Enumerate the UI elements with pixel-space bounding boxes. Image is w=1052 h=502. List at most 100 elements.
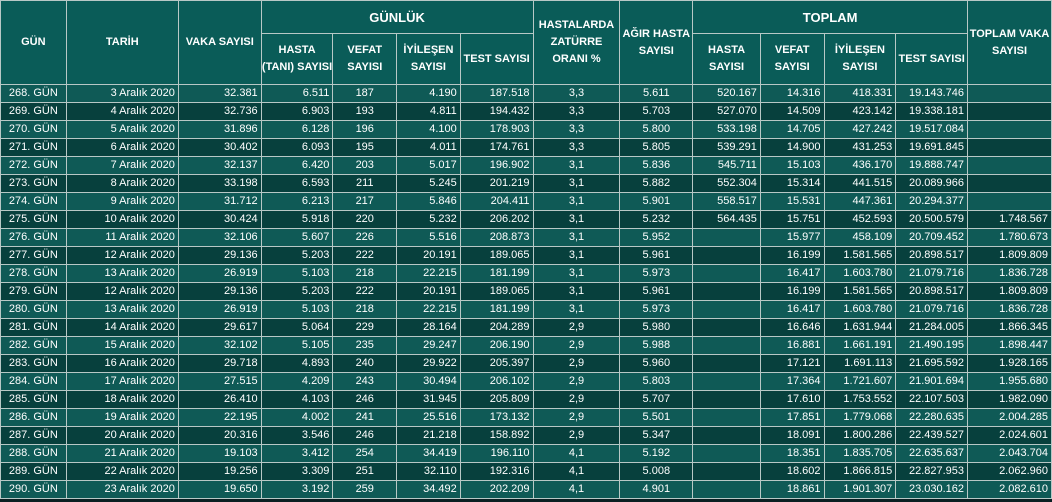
cell-zaturre: 2,9 [532, 426, 621, 445]
cell-hasta: 5.103 [260, 300, 334, 319]
cell-tarih: 23 Aralık 2020 [65, 480, 179, 499]
cell-tarih: 22 Aralık 2020 [65, 462, 179, 481]
cell-toplam-vaka: 1.748.567 [967, 210, 1052, 229]
cell-toplam-iyilesen: 418.331 [823, 84, 897, 103]
cell-iyilesen: 5.232 [396, 210, 461, 229]
cell-toplam-iyilesen: 423.142 [823, 102, 897, 121]
cell-toplam-hasta [692, 408, 761, 427]
cell-vaka: 26.919 [177, 300, 262, 319]
cell-toplam-test: 22.827.953 [895, 462, 969, 481]
cell-gun: 269. GÜN [0, 102, 67, 121]
cell-toplam-hasta [692, 390, 761, 409]
table-row: 284. GÜN 17 Aralık 2020 27.515 4.209 243 30.4… [0, 372, 1052, 391]
cell-test: 201.219 [459, 174, 534, 193]
cell-iyilesen: 32.110 [396, 462, 461, 481]
cell-gun: 271. GÜN [0, 138, 67, 157]
cell-toplam-iyilesen: 1.603.780 [823, 264, 897, 283]
cell-zaturre: 3,3 [532, 120, 621, 139]
table-row: 271. GÜN 6 Aralık 2020 30.402 6.093 195 4.011… [0, 138, 1052, 157]
cell-test: 187.518 [459, 84, 534, 103]
cell-zaturre: 3,1 [532, 246, 621, 265]
cell-toplam-test: 20.089.966 [895, 174, 969, 193]
cell-toplam-vefat: 15.531 [759, 192, 825, 211]
cell-tarih: 13 Aralık 2020 [65, 300, 179, 319]
cell-toplam-vaka [967, 138, 1052, 157]
cell-tarih: 16 Aralık 2020 [65, 354, 179, 373]
cell-toplam-hasta [692, 228, 761, 247]
cell-toplam-vefat: 17.121 [759, 354, 825, 373]
cell-toplam-test: 20.709.452 [895, 228, 969, 247]
cell-toplam-vaka: 1.928.165 [967, 354, 1052, 373]
cell-tarih: 11 Aralık 2020 [65, 228, 179, 247]
cell-agir: 5.703 [619, 102, 694, 121]
cell-toplam-vaka [967, 156, 1052, 175]
cell-toplam-vefat: 15.751 [759, 210, 825, 229]
cell-iyilesen: 34.419 [396, 444, 461, 463]
cell-vefat: 218 [332, 264, 398, 283]
cell-gun: 270. GÜN [0, 120, 67, 139]
cell-test: 189.065 [459, 246, 534, 265]
cell-agir: 5.952 [619, 228, 694, 247]
cell-tarih: 3 Aralık 2020 [65, 84, 179, 103]
cell-test: 174.761 [459, 138, 534, 157]
header-vefat: VEFAT SAYISI [332, 33, 398, 85]
cell-toplam-vefat: 14.316 [759, 84, 825, 103]
table-row: 287. GÜN 20 Aralık 2020 20.316 3.546 246 21.2… [0, 426, 1052, 445]
cell-vefat: 196 [332, 120, 398, 139]
table-row: 272. GÜN 7 Aralık 2020 32.137 6.420 203 5.017… [0, 156, 1052, 175]
cell-vaka: 31.896 [177, 120, 262, 139]
cell-vefat: 211 [332, 174, 398, 193]
table-row: 280. GÜN 13 Aralık 2020 26.919 5.103 218 22.2… [0, 300, 1052, 319]
cell-toplam-iyilesen: 447.361 [823, 192, 897, 211]
cell-gun: 278. GÜN [0, 264, 67, 283]
cell-toplam-vaka [967, 120, 1052, 139]
header-group-toplam: TOPLAM [692, 0, 969, 34]
cell-vaka: 32.106 [177, 228, 262, 247]
header-group-gunluk: GÜNLÜK [260, 0, 534, 34]
header-vaka: VAKA SAYISI [177, 0, 262, 85]
cell-test: 196.110 [459, 444, 534, 463]
cell-vaka: 19.256 [177, 462, 262, 481]
cell-gun: 283. GÜN [0, 354, 67, 373]
cell-test: 192.316 [459, 462, 534, 481]
cell-iyilesen: 22.215 [396, 300, 461, 319]
cell-vefat: 241 [332, 408, 398, 427]
cell-vaka: 27.515 [177, 372, 262, 391]
table-row: 283. GÜN 16 Aralık 2020 29.718 4.893 240 29.9… [0, 354, 1052, 373]
cell-test: 178.903 [459, 120, 534, 139]
cell-vefat: 222 [332, 246, 398, 265]
cell-toplam-test: 19.338.181 [895, 102, 969, 121]
cell-toplam-vefat: 18.091 [759, 426, 825, 445]
cell-iyilesen: 31.945 [396, 390, 461, 409]
cell-hasta: 4.103 [260, 390, 334, 409]
cell-iyilesen: 20.191 [396, 246, 461, 265]
cell-agir: 5.803 [619, 372, 694, 391]
cell-iyilesen: 5.846 [396, 192, 461, 211]
cell-iyilesen: 25.516 [396, 408, 461, 427]
cell-vefat: 243 [332, 372, 398, 391]
cell-hasta: 4.002 [260, 408, 334, 427]
cell-toplam-vaka: 1.955.680 [967, 372, 1052, 391]
table-row: 273. GÜN 8 Aralık 2020 33.198 6.593 211 5.245… [0, 174, 1052, 193]
cell-toplam-iyilesen: 1.779.068 [823, 408, 897, 427]
cell-agir: 5.980 [619, 318, 694, 337]
cell-test: 202.209 [459, 480, 534, 499]
table-body: 268. GÜN 3 Aralık 2020 32.381 6.511 187 4.190… [0, 84, 1052, 499]
cell-hasta: 3.412 [260, 444, 334, 463]
table-row: 282. GÜN 15 Aralık 2020 32.102 5.105 235 29.2… [0, 336, 1052, 355]
cell-zaturre: 2,9 [532, 408, 621, 427]
cell-toplam-vefat: 14.509 [759, 102, 825, 121]
table-row: 278. GÜN 13 Aralık 2020 26.919 5.103 218 22.2… [0, 264, 1052, 283]
cell-iyilesen: 28.164 [396, 318, 461, 337]
cell-gun: 290. GÜN [0, 480, 67, 499]
cell-vaka: 32.137 [177, 156, 262, 175]
cell-toplam-hasta [692, 444, 761, 463]
cell-tarih: 14 Aralık 2020 [65, 318, 179, 337]
cell-zaturre: 4,1 [532, 480, 621, 499]
cell-toplam-test: 19.143.746 [895, 84, 969, 103]
cell-toplam-iyilesen: 1.866.815 [823, 462, 897, 481]
cell-toplam-hasta [692, 372, 761, 391]
cell-toplam-vaka: 2.043.704 [967, 444, 1052, 463]
cell-toplam-test: 21.490.195 [895, 336, 969, 355]
cell-agir: 5.960 [619, 354, 694, 373]
